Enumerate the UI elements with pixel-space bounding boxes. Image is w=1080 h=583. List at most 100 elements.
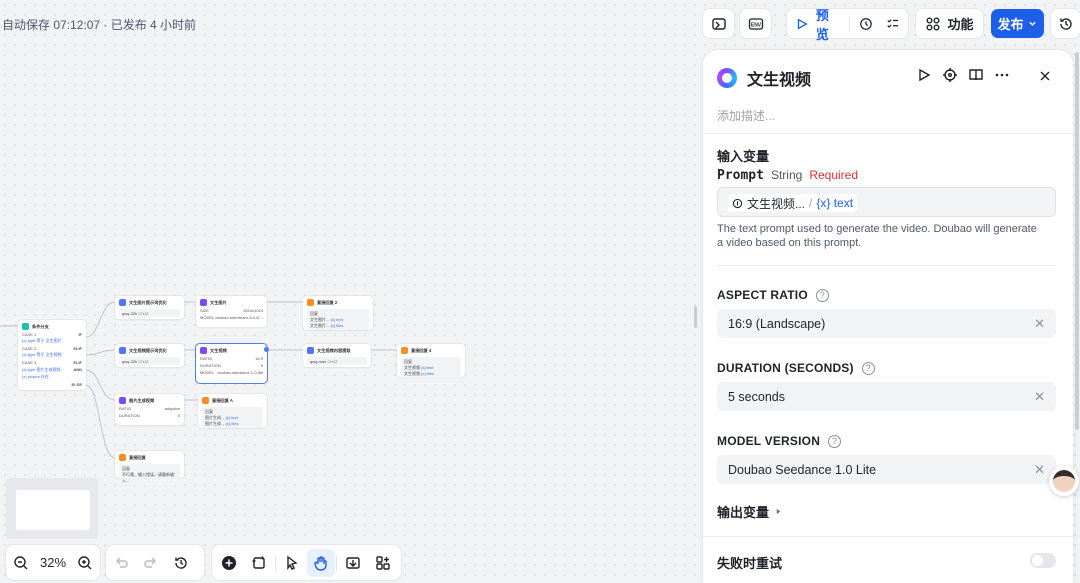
hand-tool-button[interactable] [307,548,335,577]
prompt-variable-input[interactable]: 文生视频... / {x} text [717,187,1056,217]
case-keyword: ELIF [73,359,82,365]
aspect-ratio-select[interactable]: 16:9 (Landscape) ✕ [717,309,1056,338]
case-condition: CASE 1 [22,331,37,337]
zoom-out-button[interactable] [6,545,36,580]
i2v-node[interactable]: 图片生成视频 RATIO adaptive DURATION 5 [115,394,184,425]
close-icon[interactable] [1037,68,1053,84]
case-keyword: IF [78,331,82,337]
help-icon[interactable]: ? [815,288,829,302]
panel-scrollbar[interactable] [1075,52,1079,430]
book-icon[interactable] [968,67,984,83]
run-node-icon[interactable] [916,67,932,83]
cursor-icon [287,555,298,570]
param-key: RATIO [200,356,212,361]
layout-grid-icon [376,555,390,570]
redo-button[interactable] [136,545,166,580]
help-icon[interactable]: ? [861,361,875,375]
node-settings-panel: 文生视频 添加描述... 输入变量 Prompt String Required… [703,50,1073,583]
zoom-in-icon [78,555,92,569]
node-title: 直接回复 4 [411,347,432,353]
play-icon [797,18,808,29]
output-port[interactable] [264,347,269,352]
panel-title[interactable]: 文生视频 [747,66,811,90]
clear-icon[interactable]: ✕ [1034,462,1045,478]
condition-branch-node[interactable]: 条件分支 CASE 1 IF {x} type 等于 文生图片 CASE 2 ELIF {… [18,320,86,390]
publish-button[interactable]: 发布 [991,9,1044,38]
undo-icon [116,557,128,568]
reply-icon [202,397,209,404]
zoom-level[interactable]: 32% [36,555,70,570]
t2v-node[interactable]: 文生视频 RATIO 16:9 DURATION 5 MODEL doubao-see… [196,344,267,383]
branch-case-row: {x} type 等于 文生图片 [22,338,82,344]
ref-source: 文生视频 [404,364,420,370]
t2i-prompt-node[interactable]: 文生图片提示词优化 qwq-32b CHAT [115,296,184,319]
description-input[interactable]: 添加描述... [717,107,775,124]
zoom-in-button[interactable] [70,545,100,580]
divider [717,265,1056,266]
help-icon[interactable]: ? [828,434,842,448]
param-key: MODEL [200,315,215,320]
reply-else-node[interactable]: 直接回复 回复 不行哦，输入错误，请重新输入... [115,451,184,485]
avatar-face-icon [1053,470,1075,492]
ref-var: {x} text [330,316,343,322]
organize-button[interactable] [368,545,398,580]
history-button[interactable] [1051,9,1080,38]
checklist-clock-icon[interactable] [859,16,873,32]
env-icon: ENV [748,17,763,30]
pointer-tool-button[interactable] [277,545,307,580]
case-condition: {x} type 图片生成视频 [22,366,61,372]
aspect-ratio-label: ASPECT RATIO [717,288,808,302]
video-gen-logo-icon [717,68,737,88]
t2v-content-node[interactable]: 文生视频内容提取 qwq-max CHAT [303,344,371,367]
retry-toggle[interactable] [1030,553,1056,568]
variable-chip[interactable]: 文生视频... / {x} text [728,194,858,212]
svg-text:ENV: ENV [750,22,761,28]
locate-icon[interactable] [942,67,958,83]
env-button[interactable]: ENV [740,9,771,38]
clear-icon[interactable]: ✕ [1034,389,1045,405]
model-version-select[interactable]: Doubao Seedance 1.0 Lite ✕ [717,455,1056,484]
export-image-button[interactable] [338,545,368,580]
debug-button[interactable] [703,9,734,38]
undo-button[interactable] [106,545,136,580]
assistant-avatar[interactable] [1049,466,1079,496]
param-value: 1024x1024 [243,308,263,313]
outputs-toggle[interactable]: 输出变量 [717,502,782,521]
param-key: DURATION [119,413,140,418]
features-button[interactable]: 功能 [916,9,983,38]
reply-2-node[interactable]: 直接回复 2 回复 文生图片... {x} text 文生图片... {x} f… [303,296,373,330]
t2v-prompt-node[interactable]: 文生视频提示词优化 qwq-32b CHAT [115,344,184,367]
preview-button[interactable]: 预览 [816,5,839,43]
add-node-button[interactable] [214,545,244,580]
clear-icon[interactable]: ✕ [1034,316,1045,332]
prompt-help-text: The text prompt used to generate the vid… [717,223,1037,249]
video-gen-icon [200,347,207,354]
more-icon[interactable] [994,67,1010,83]
duration-label: DURATION (SECONDS) [717,361,854,375]
t2i-node[interactable]: 文生图片 SIZE 1024x1024 MODEL doubao-seedream-… [196,296,267,327]
node-title: 文生视频 [210,347,227,353]
note-icon [252,556,265,569]
branch-case-row: {x} picture 存在 [22,374,82,380]
aspect-ratio-value: 16:9 (Landscape) [728,316,826,331]
ref-source: 图片生成... [205,420,225,426]
model-version-value: Doubao Seedance 1.0 Lite [728,462,877,477]
case-condition: {x} type 等于 文生视频 [22,352,62,358]
reply-a-node[interactable]: 直接回复 A 回复 图片生成... {x} text 图片生成... {x} f… [198,394,267,428]
branch-case-row: {x} type 图片生成视频 AND [22,367,82,373]
reply-icon [307,299,314,306]
node-title: 文生图片 [210,299,227,305]
add-note-button[interactable] [244,545,274,580]
duration-select[interactable]: 5 seconds ✕ [717,382,1056,411]
param-key: SIZE [200,308,209,313]
node-title: 文生视频提示词优化 [129,347,167,353]
case-condition: {x} type 等于 文生图片 [22,338,62,344]
version-history-button[interactable] [166,545,196,580]
panel-resize-handle[interactable] [694,306,697,328]
checklist-icon[interactable] [886,16,900,32]
minimap[interactable] [6,478,98,539]
reply-4-node[interactable]: 直接回复 4 回复 文生视频 {x} text 文生视频 {x} files [397,344,465,378]
chip-source: 文生视频... [747,196,806,211]
reply-text: 不行哦，输入错误，请重新输入... [122,471,174,483]
image-gen-icon [200,299,207,306]
